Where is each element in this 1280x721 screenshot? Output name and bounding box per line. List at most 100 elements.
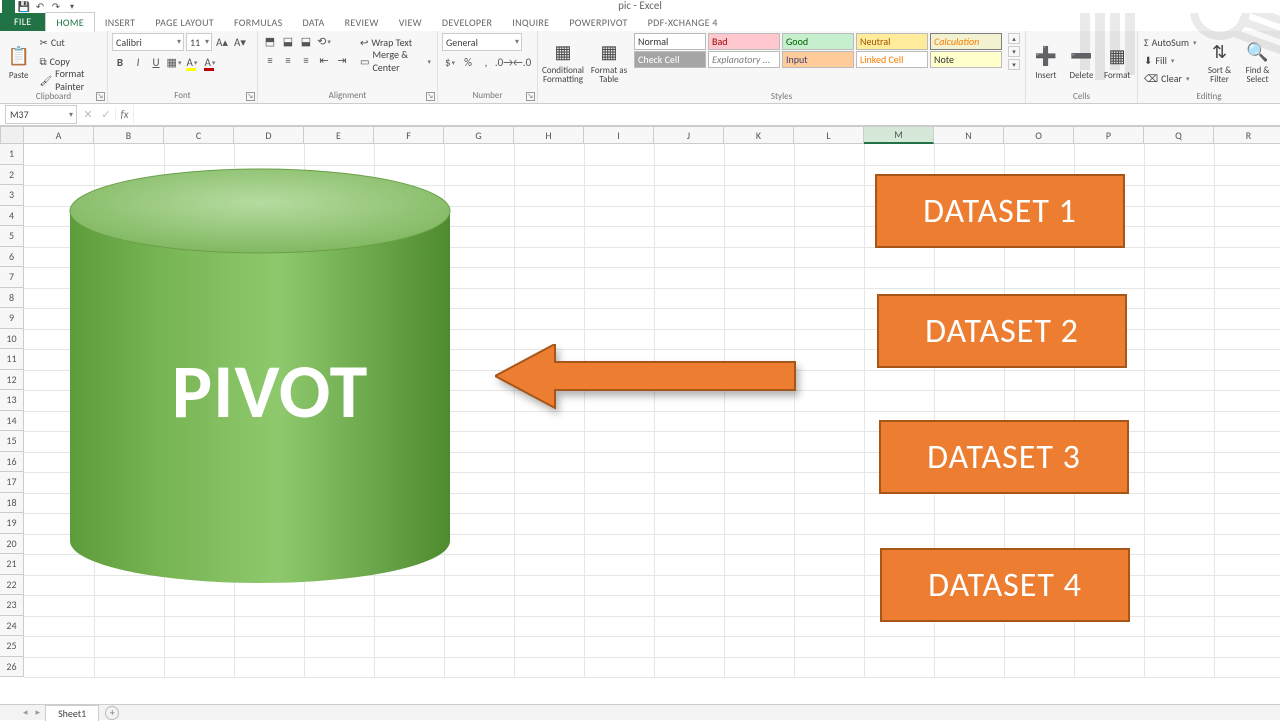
save-icon[interactable]: 💾 [17, 0, 31, 13]
row-header-6[interactable]: 6 [0, 247, 24, 268]
shrink-font-icon[interactable]: A▾ [232, 34, 248, 50]
col-header-B[interactable]: B [94, 126, 164, 144]
sheet-nav-next-icon[interactable]: ▸ [33, 707, 44, 718]
styles-more-icon[interactable]: ▾ [1008, 59, 1020, 70]
cut-button[interactable]: ✂Cut [37, 33, 103, 51]
tab-insert[interactable]: INSERT [95, 13, 145, 31]
sheet-tab-active[interactable]: Sheet1 [45, 705, 99, 721]
col-header-F[interactable]: F [374, 126, 444, 144]
sort-filter-button[interactable]: ⇅Sort & Filter [1203, 33, 1237, 91]
row-header-11[interactable]: 11 [0, 349, 24, 370]
align-middle-icon[interactable]: ⬓ [280, 33, 296, 49]
accounting-format-icon[interactable]: $ [442, 54, 458, 70]
col-header-O[interactable]: O [1004, 126, 1074, 144]
tab-pdf-xchange[interactable]: PDF-XChange 4 [638, 13, 728, 31]
col-header-C[interactable]: C [164, 126, 234, 144]
row-header-23[interactable]: 23 [0, 595, 24, 616]
col-header-J[interactable]: J [654, 126, 724, 144]
worksheet-grid[interactable]: ABCDEFGHIJKLMNOPQR 123456789101112131415… [0, 126, 1280, 686]
style-good[interactable]: Good [782, 33, 854, 50]
comma-format-icon[interactable]: , [478, 54, 494, 70]
col-header-I[interactable]: I [584, 126, 654, 144]
tab-home[interactable]: HOME [45, 12, 94, 32]
row-header-14[interactable]: 14 [0, 411, 24, 432]
enter-formula-icon[interactable]: ✓ [97, 108, 115, 121]
col-header-K[interactable]: K [724, 126, 794, 144]
format-cells-button[interactable]: ▦Format [1101, 33, 1133, 91]
name-box[interactable]: M37 [5, 105, 77, 124]
col-header-A[interactable]: A [24, 126, 94, 144]
style-neutral[interactable]: Neutral [856, 33, 928, 50]
row-header-1[interactable]: 1 [0, 144, 24, 165]
dataset-box-1[interactable]: DATASET 1 [875, 174, 1125, 248]
indent-decrease-icon[interactable]: ⇤ [316, 52, 332, 68]
underline-button[interactable]: U [148, 54, 164, 70]
styles-scroll-down-icon[interactable]: ▾ [1008, 46, 1020, 57]
style-normal[interactable]: Normal [634, 33, 706, 50]
tab-review[interactable]: REVIEW [335, 13, 389, 31]
autosum-button[interactable]: ΣAutoSum [1142, 33, 1199, 51]
row-header-2[interactable]: 2 [0, 165, 24, 186]
row-header-16[interactable]: 16 [0, 452, 24, 473]
italic-button[interactable]: I [130, 54, 146, 70]
alignment-launcher-icon[interactable]: ↘ [426, 92, 435, 101]
find-select-button[interactable]: 🔍Find & Select [1241, 33, 1275, 91]
col-header-M[interactable]: M [864, 126, 934, 144]
bold-button[interactable]: B [112, 54, 128, 70]
row-header-17[interactable]: 17 [0, 472, 24, 493]
style-input[interactable]: Input [782, 51, 854, 68]
format-as-table-button[interactable]: ▦ Format as Table [588, 33, 630, 91]
delete-cells-button[interactable]: ➖Delete [1066, 33, 1098, 91]
row-header-12[interactable]: 12 [0, 370, 24, 391]
row-header-3[interactable]: 3 [0, 185, 24, 206]
new-sheet-button[interactable]: + [105, 706, 119, 720]
conditional-formatting-button[interactable]: ▦ Conditional Formatting [542, 33, 584, 91]
style-calculation[interactable]: Calculation [930, 33, 1002, 50]
row-header-4[interactable]: 4 [0, 206, 24, 227]
align-bottom-icon[interactable]: ⬓ [298, 33, 314, 49]
clear-button[interactable]: ⌫Clear [1142, 69, 1199, 87]
row-header-25[interactable]: 25 [0, 636, 24, 657]
style-linked-cell[interactable]: Linked Cell [856, 51, 928, 68]
row-header-8[interactable]: 8 [0, 288, 24, 309]
col-header-P[interactable]: P [1074, 126, 1144, 144]
col-header-N[interactable]: N [934, 126, 1004, 144]
merge-center-button[interactable]: ▭Merge & Center [358, 52, 433, 70]
tab-data[interactable]: DATA [293, 13, 335, 31]
style-explanatory[interactable]: Explanatory ... [708, 51, 780, 68]
format-painter-button[interactable]: 🖌Format Painter [37, 71, 103, 89]
col-header-E[interactable]: E [304, 126, 374, 144]
col-header-L[interactable]: L [794, 126, 864, 144]
font-name-combo[interactable]: Calibri [112, 33, 184, 51]
col-header-G[interactable]: G [444, 126, 514, 144]
align-left-icon[interactable]: ≡ [262, 52, 278, 68]
decrease-decimal-icon[interactable]: ←.0 [514, 54, 530, 70]
percent-format-icon[interactable]: % [460, 54, 476, 70]
grow-font-icon[interactable]: A▴ [214, 34, 230, 50]
row-header-13[interactable]: 13 [0, 390, 24, 411]
tab-developer[interactable]: DEVELOPER [432, 13, 502, 31]
clipboard-launcher-icon[interactable]: ↘ [96, 92, 105, 101]
select-all-corner[interactable] [0, 126, 24, 144]
row-header-10[interactable]: 10 [0, 329, 24, 350]
number-format-combo[interactable]: General [442, 33, 522, 51]
style-note[interactable]: Note [930, 51, 1002, 68]
row-header-5[interactable]: 5 [0, 226, 24, 247]
arrow-shape[interactable] [495, 344, 805, 434]
align-center-icon[interactable]: ≡ [280, 52, 296, 68]
dataset-box-4[interactable]: DATASET 4 [880, 548, 1130, 622]
paste-button[interactable]: 📋 Paste [4, 33, 33, 91]
dataset-box-3[interactable]: DATASET 3 [879, 420, 1129, 494]
row-header-22[interactable]: 22 [0, 575, 24, 596]
style-check-cell[interactable]: Check Cell [634, 51, 706, 68]
cancel-formula-icon[interactable]: ✕ [79, 108, 97, 121]
row-header-24[interactable]: 24 [0, 616, 24, 637]
row-header-18[interactable]: 18 [0, 493, 24, 514]
tab-file[interactable]: FILE [0, 12, 45, 31]
increase-decimal-icon[interactable]: .0→ [496, 54, 512, 70]
insert-cells-button[interactable]: ➕Insert [1030, 33, 1062, 91]
orientation-icon[interactable]: ⟲ [316, 33, 332, 49]
indent-increase-icon[interactable]: ⇥ [334, 52, 350, 68]
row-header-15[interactable]: 15 [0, 431, 24, 452]
tab-view[interactable]: VIEW [389, 13, 432, 31]
